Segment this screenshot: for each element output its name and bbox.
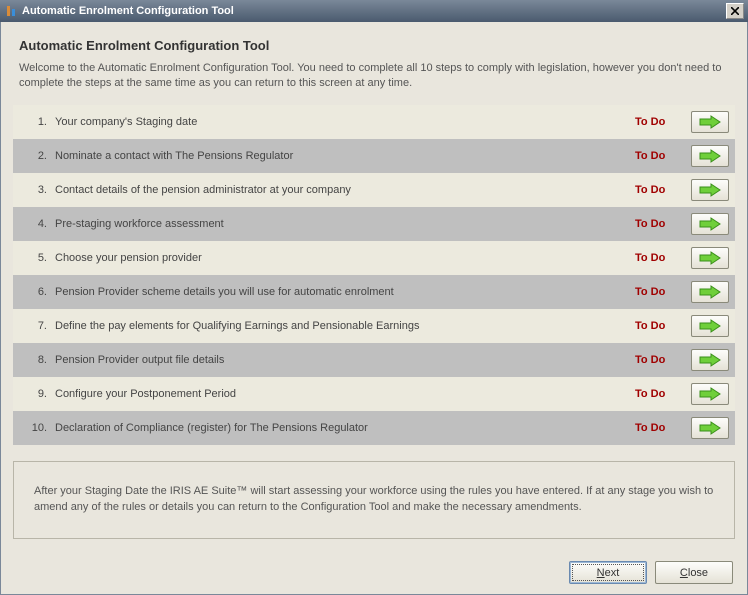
arrow-right-icon: [699, 115, 721, 129]
step-label: Nominate a contact with The Pensions Reg…: [51, 150, 635, 162]
arrow-right-icon: [699, 183, 721, 197]
step-label: Your company's Staging date: [51, 116, 635, 128]
step-row: 2.Nominate a contact with The Pensions R…: [13, 139, 735, 173]
step-go-button[interactable]: [691, 383, 729, 405]
step-row: 6.Pension Provider scheme details you wi…: [13, 275, 735, 309]
step-number: 2.: [27, 150, 51, 162]
arrow-right-icon: [699, 353, 721, 367]
step-status: To Do: [635, 286, 691, 298]
step-status: To Do: [635, 150, 691, 162]
step-row: 7.Define the pay elements for Qualifying…: [13, 309, 735, 343]
step-row: 10.Declaration of Compliance (register) …: [13, 411, 735, 445]
step-status: To Do: [635, 320, 691, 332]
steps-list: 1.Your company's Staging dateTo Do 2.Nom…: [13, 105, 735, 445]
window-title: Automatic Enrolment Configuration Tool: [22, 5, 726, 17]
step-status: To Do: [635, 184, 691, 196]
step-status: To Do: [635, 422, 691, 434]
step-number: 8.: [27, 354, 51, 366]
step-go-button[interactable]: [691, 315, 729, 337]
step-label: Contact details of the pension administr…: [51, 184, 635, 196]
step-label: Declaration of Compliance (register) for…: [51, 422, 635, 434]
step-label: Pension Provider scheme details you will…: [51, 286, 635, 298]
arrow-right-icon: [699, 217, 721, 231]
step-row: 8.Pension Provider output file detailsTo…: [13, 343, 735, 377]
step-status: To Do: [635, 218, 691, 230]
arrow-right-icon: [699, 387, 721, 401]
step-label: Define the pay elements for Qualifying E…: [51, 320, 635, 332]
step-go-button[interactable]: [691, 247, 729, 269]
next-button[interactable]: Next: [569, 561, 647, 584]
step-number: 3.: [27, 184, 51, 196]
step-status: To Do: [635, 252, 691, 264]
close-button[interactable]: Close: [655, 561, 733, 584]
info-panel: After your Staging Date the IRIS AE Suit…: [13, 461, 735, 539]
step-number: 10.: [27, 422, 51, 434]
arrow-right-icon: [699, 251, 721, 265]
step-number: 4.: [27, 218, 51, 230]
step-row: 9.Configure your Postponement PeriodTo D…: [13, 377, 735, 411]
close-button-rest: lose: [688, 567, 708, 579]
next-button-rest: ext: [605, 567, 620, 579]
step-number: 7.: [27, 320, 51, 332]
dialog-body: Automatic Enrolment Configuration Tool W…: [0, 22, 748, 595]
arrow-right-icon: [699, 285, 721, 299]
step-go-button[interactable]: [691, 349, 729, 371]
step-go-button[interactable]: [691, 281, 729, 303]
step-status: To Do: [635, 116, 691, 128]
step-number: 1.: [27, 116, 51, 128]
close-mnemonic: C: [680, 567, 688, 579]
title-bar: Automatic Enrolment Configuration Tool: [0, 0, 748, 22]
step-go-button[interactable]: [691, 213, 729, 235]
step-go-button[interactable]: [691, 179, 729, 201]
step-label: Pre-staging workforce assessment: [51, 218, 635, 230]
step-number: 5.: [27, 252, 51, 264]
step-row: 5.Choose your pension providerTo Do: [13, 241, 735, 275]
intro-text: Welcome to the Automatic Enrolment Confi…: [19, 61, 729, 91]
step-row: 4.Pre-staging workforce assessmentTo Do: [13, 207, 735, 241]
arrow-right-icon: [699, 319, 721, 333]
step-row: 3.Contact details of the pension adminis…: [13, 173, 735, 207]
step-label: Choose your pension provider: [51, 252, 635, 264]
footer-buttons: Next Close: [569, 561, 733, 584]
next-mnemonic: N: [597, 567, 605, 579]
app-icon: [4, 4, 18, 18]
step-status: To Do: [635, 388, 691, 400]
step-row: 1.Your company's Staging dateTo Do: [13, 105, 735, 139]
window-close-button[interactable]: [726, 3, 744, 19]
step-number: 6.: [27, 286, 51, 298]
arrow-right-icon: [699, 421, 721, 435]
step-number: 9.: [27, 388, 51, 400]
step-go-button[interactable]: [691, 417, 729, 439]
page-heading: Automatic Enrolment Configuration Tool: [19, 38, 729, 53]
arrow-right-icon: [699, 149, 721, 163]
step-go-button[interactable]: [691, 145, 729, 167]
step-label: Pension Provider output file details: [51, 354, 635, 366]
step-label: Configure your Postponement Period: [51, 388, 635, 400]
step-status: To Do: [635, 354, 691, 366]
step-go-button[interactable]: [691, 111, 729, 133]
